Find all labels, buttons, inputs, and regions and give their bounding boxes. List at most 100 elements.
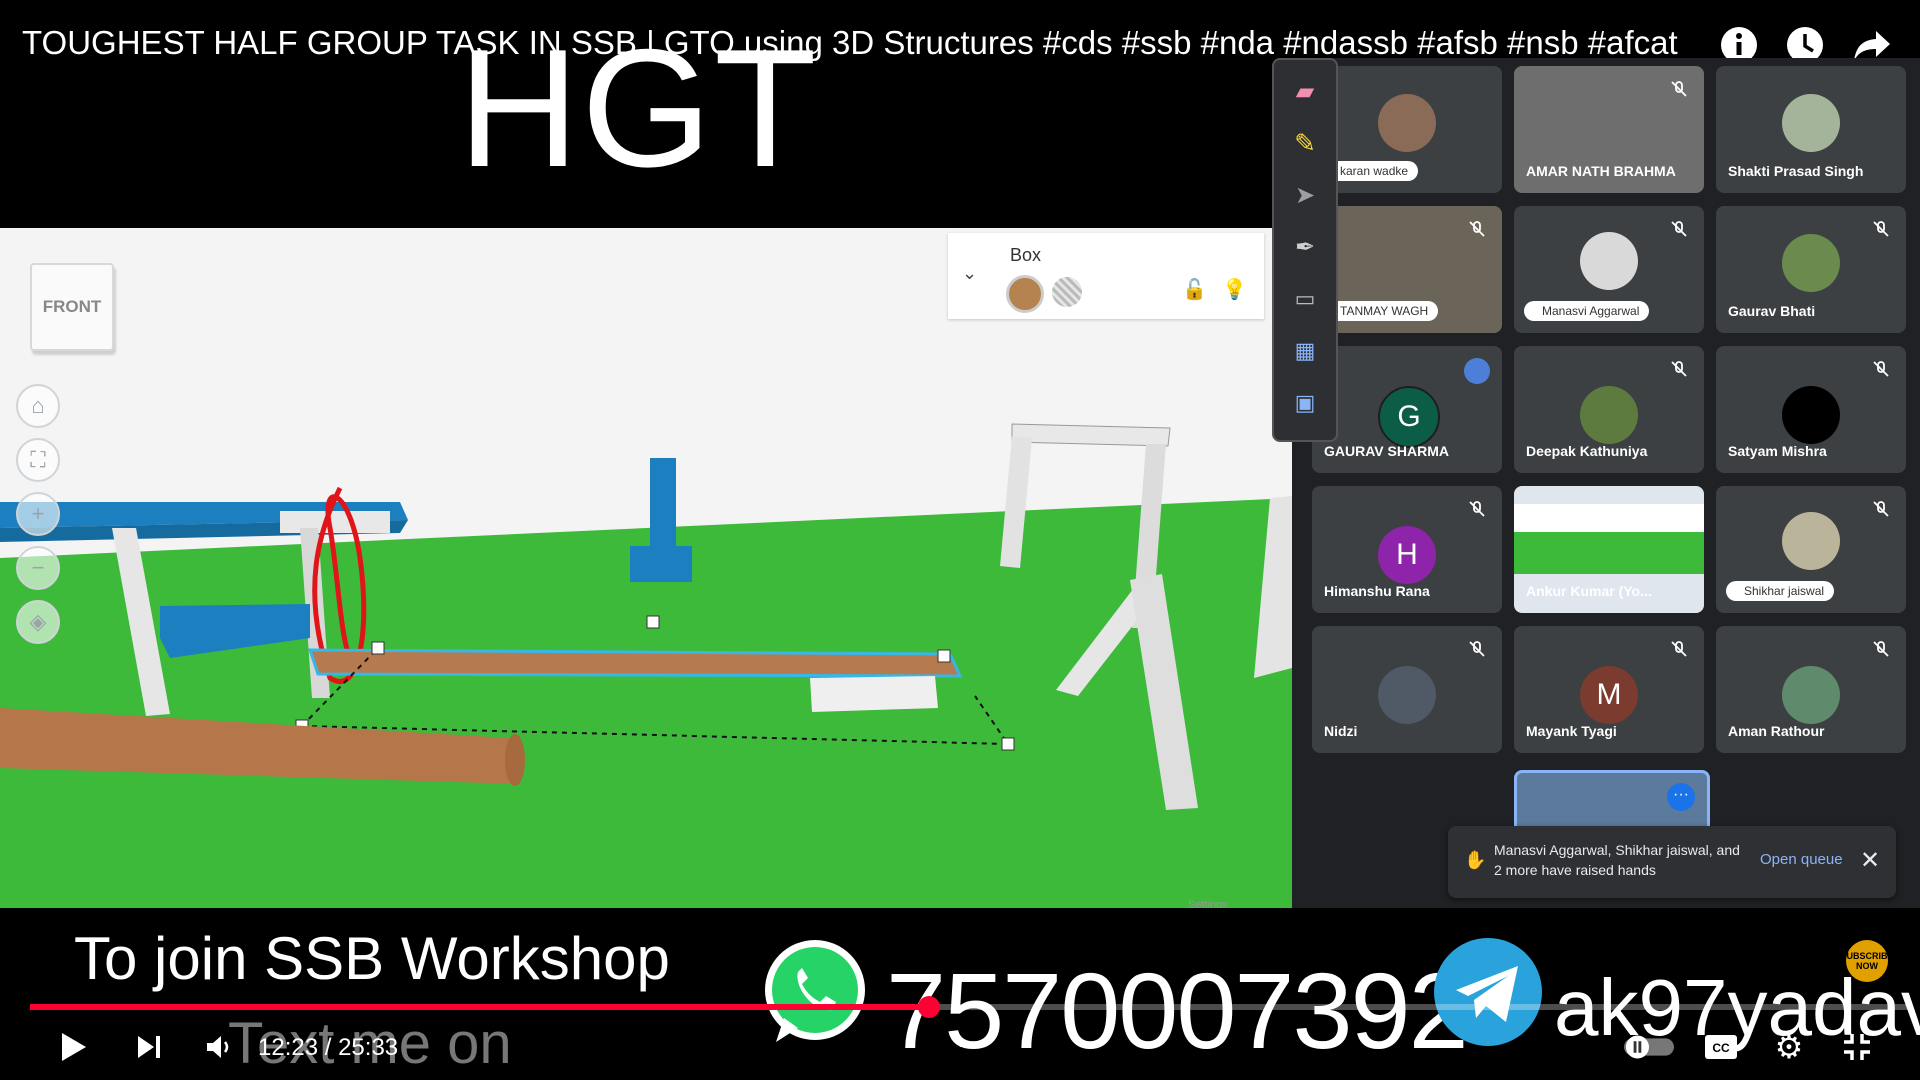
- participant-tile[interactable]: Manasvi Aggarwal: [1514, 206, 1704, 333]
- color-swatch-hole[interactable]: [1052, 277, 1082, 307]
- participant-photo: [1782, 512, 1840, 570]
- participant-photo: [1580, 386, 1638, 444]
- 3d-scene-canvas[interactable]: Settings: [0, 228, 1292, 908]
- participant-avatar-letter: M: [1580, 666, 1638, 724]
- annotation-toolbar: ▰ ✎ ➤ ✒ ▭ ▦ ▣: [1272, 58, 1338, 442]
- participant-tile[interactable]: Ankur Kumar (Yo...: [1514, 486, 1704, 613]
- participant-name: Aman Rathour: [1728, 723, 1825, 739]
- mic-off-icon: [1873, 361, 1889, 377]
- svg-text:CC: CC: [1712, 1041, 1730, 1055]
- lock-icon[interactable]: 🔓: [1182, 277, 1207, 302]
- fullscreen-exit-button[interactable]: [1832, 1022, 1882, 1072]
- participant-name: AMAR NATH BRAHMA: [1526, 163, 1676, 179]
- zoom-in-icon[interactable]: +: [16, 492, 60, 536]
- participant-tile[interactable]: Aman Rathour: [1716, 626, 1906, 753]
- participant-tile[interactable]: Shakti Prasad Singh: [1716, 66, 1906, 193]
- video-title: TOUGHEST HALF GROUP TASK IN SSB | GTO us…: [22, 24, 1678, 61]
- time-current: 12:23: [258, 1034, 319, 1061]
- participant-tile[interactable]: M Mayank Tyagi: [1514, 626, 1704, 753]
- participant-name: Ankur Kumar (Yo...: [1526, 583, 1652, 599]
- participant-avatar-letter: G: [1378, 386, 1440, 448]
- mic-off-icon: [1671, 221, 1687, 237]
- raised-hands-toast: ✋ Manasvi Aggarwal, Shikhar jaiswal, and…: [1448, 826, 1896, 898]
- next-button[interactable]: [124, 1022, 174, 1072]
- fit-view-icon[interactable]: ⛶: [16, 438, 60, 482]
- participant-photo: [1378, 94, 1436, 152]
- highlighter-icon[interactable]: ✎: [1288, 126, 1322, 160]
- progress-fill: [30, 1004, 929, 1010]
- mic-off-icon: [1469, 501, 1485, 517]
- participant-tile[interactable]: TANMAY WAGH: [1312, 206, 1502, 333]
- whatsapp-icon: [756, 934, 874, 1052]
- participant-photo: [1378, 666, 1436, 724]
- mic-off-icon: [1873, 221, 1889, 237]
- time-display: 12:23 / 25:33: [258, 1034, 399, 1061]
- home-icon[interactable]: ⌂: [16, 384, 60, 428]
- participant-tile[interactable]: AMAR NATH BRAHMA: [1514, 66, 1704, 193]
- participant-name: Himanshu Rana: [1324, 583, 1430, 599]
- participant-name: GAURAV SHARMA: [1324, 443, 1449, 459]
- participant-name: TANMAY WAGH: [1322, 301, 1439, 321]
- settings-label: Settings: [1188, 899, 1228, 908]
- pointer-icon[interactable]: ➤: [1288, 178, 1322, 212]
- promo-join-text: To join SSB Workshop: [74, 925, 670, 992]
- participant-tile[interactable]: Gaurav Bhati: [1716, 206, 1906, 333]
- mic-off-icon: [1671, 641, 1687, 657]
- participant-photo: [1580, 232, 1638, 290]
- view-cube[interactable]: FRONT: [30, 263, 114, 351]
- more-options-icon[interactable]: ···: [1667, 783, 1695, 811]
- play-button[interactable]: [48, 1022, 98, 1072]
- captions-button[interactable]: CC: [1696, 1022, 1746, 1072]
- participant-tile[interactable]: Deepak Kathuniya: [1514, 346, 1704, 473]
- participant-name: Mayank Tyagi: [1526, 723, 1617, 739]
- participant-name: Nidzi: [1324, 723, 1358, 739]
- settings-button[interactable]: ⚙: [1764, 1022, 1814, 1072]
- mic-off-icon: [1671, 361, 1687, 377]
- participant-name: Manasvi Aggarwal: [1524, 301, 1650, 321]
- perspective-icon[interactable]: ◈: [16, 600, 60, 644]
- participant-photo: [1782, 386, 1840, 444]
- participant-tile[interactable]: Nidzi: [1312, 626, 1502, 753]
- volume-button[interactable]: [194, 1022, 244, 1072]
- screen-share-preview: [1514, 504, 1704, 574]
- white-frame: [1011, 423, 1171, 447]
- lightbulb-icon[interactable]: 💡: [1222, 277, 1247, 302]
- eraser-icon[interactable]: ▰: [1288, 74, 1322, 108]
- screen-icon[interactable]: ▦: [1288, 334, 1322, 368]
- pen-icon[interactable]: ✒: [1288, 230, 1322, 264]
- zoom-out-icon[interactable]: −: [16, 546, 60, 590]
- participant-photo: [1782, 234, 1840, 292]
- participant-name: Shikhar jaiswal: [1726, 581, 1835, 601]
- toast-message: Manasvi Aggarwal, Shikhar jaiswal, and 2…: [1494, 842, 1740, 878]
- participant-name: Satyam Mishra: [1728, 443, 1827, 459]
- participant-tile[interactable]: Satyam Mishra: [1716, 346, 1906, 473]
- participant-tile[interactable]: Shikhar jaiswal: [1716, 486, 1906, 613]
- subscribe-badge[interactable]: SUBSCRIBE NOW: [1841, 940, 1894, 982]
- chevron-down-icon[interactable]: ⌄: [936, 1020, 986, 1060]
- close-icon[interactable]: ✕: [1860, 846, 1880, 875]
- open-queue-button[interactable]: Open queue: [1760, 851, 1843, 868]
- progress-scrubber[interactable]: [918, 996, 940, 1018]
- participant-photo: [1782, 94, 1840, 152]
- mic-off-icon: [1873, 641, 1889, 657]
- participant-tile[interactable]: G GAURAV SHARMA: [1312, 346, 1502, 473]
- overlay-heading: HGT: [458, 14, 819, 202]
- mic-off-icon: [1469, 641, 1485, 657]
- mic-off-icon: [1469, 221, 1485, 237]
- autoplay-toggle[interactable]: [1624, 1022, 1674, 1072]
- color-swatch-solid[interactable]: [1006, 275, 1044, 313]
- blue-post: [650, 458, 676, 548]
- present-icon[interactable]: ▣: [1288, 386, 1322, 420]
- meeting-panel: karan wadke AMAR NATH BRAHMA Shakti Pras…: [1292, 58, 1920, 908]
- telegram-icon: [1432, 936, 1544, 1048]
- participant-tile[interactable]: karan wadke: [1312, 66, 1502, 193]
- keyboard-icon[interactable]: ▭: [1288, 282, 1322, 316]
- collapse-chevron-icon[interactable]: ⌄: [962, 263, 977, 284]
- participant-name: Shakti Prasad Singh: [1728, 163, 1864, 179]
- participant-tile[interactable]: H Himanshu Rana: [1312, 486, 1502, 613]
- speaking-indicator: [1464, 358, 1490, 384]
- mic-off-icon: [1671, 81, 1687, 97]
- time-total: 25:33: [338, 1034, 399, 1061]
- participant-avatar-letter: H: [1378, 526, 1436, 584]
- shape-inspector: ⌄ Box 🔓 💡: [948, 233, 1264, 319]
